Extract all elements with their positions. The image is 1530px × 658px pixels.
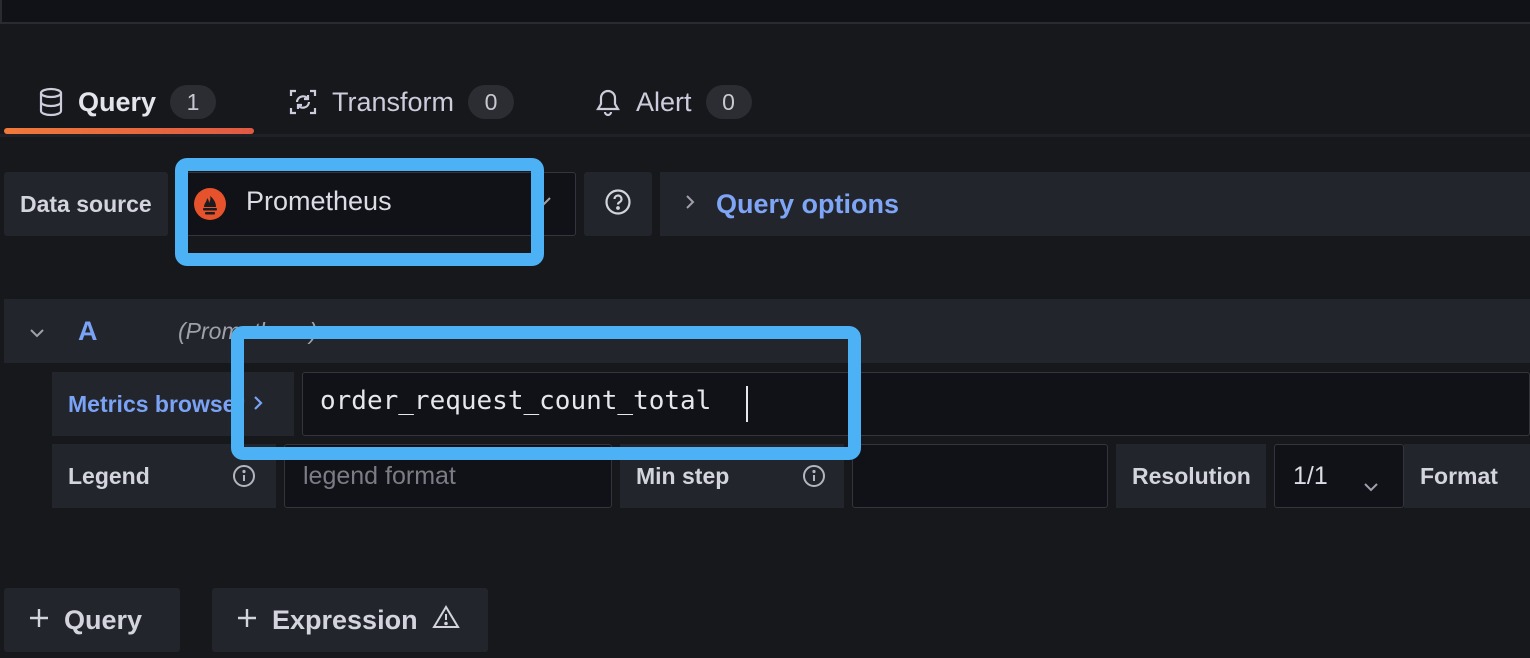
tab-transform-count: 0	[468, 85, 515, 119]
highlight-box-query-input	[231, 326, 861, 460]
query-options-label: Query options	[716, 188, 900, 219]
min-step-label: Min step	[636, 462, 730, 489]
info-icon[interactable]	[802, 464, 826, 494]
legend-label: Legend	[68, 462, 150, 489]
resolution-label: Resolution	[1116, 444, 1266, 508]
plus-icon	[28, 605, 50, 636]
add-query-button[interactable]: Query	[4, 588, 180, 652]
tab-transform-label: Transform	[332, 86, 455, 117]
query-row-letter[interactable]: A	[78, 316, 98, 347]
min-step-input[interactable]	[852, 444, 1108, 508]
tab-alert-count: 0	[705, 85, 752, 119]
add-query-label: Query	[64, 604, 143, 635]
question-circle-icon	[604, 188, 632, 221]
tab-alert[interactable]: Alert 0	[594, 76, 752, 128]
highlight-box-data-source	[175, 158, 544, 266]
bell-icon	[594, 87, 622, 117]
data-source-label: Data source	[4, 172, 168, 236]
chevron-down-icon	[1363, 471, 1379, 500]
editor-top-strip	[0, 0, 1530, 24]
add-expression-label: Expression	[272, 604, 418, 635]
plus-icon	[236, 605, 258, 636]
legend-placeholder: legend format	[303, 461, 456, 490]
metrics-browser-label: Metrics browser	[68, 390, 245, 417]
tab-active-underline	[4, 128, 254, 134]
transform-icon	[288, 87, 318, 117]
tab-transform[interactable]: Transform 0	[288, 76, 515, 128]
add-expression-button[interactable]: Expression	[212, 588, 488, 652]
warning-icon	[431, 604, 460, 637]
info-icon[interactable]	[232, 464, 256, 494]
collapse-chevron-icon[interactable]	[28, 326, 46, 344]
format-label: Format	[1404, 444, 1530, 508]
tab-alert-label: Alert	[636, 86, 692, 117]
resolution-select[interactable]: 1/1	[1274, 444, 1404, 508]
data-source-help-button[interactable]	[584, 172, 652, 236]
tab-query[interactable]: Query 1	[38, 76, 217, 128]
query-options-toggle[interactable]: Query options	[660, 172, 1530, 236]
tab-query-label: Query	[78, 86, 157, 117]
chevron-right-icon	[684, 193, 696, 216]
tab-query-count: 1	[170, 85, 217, 119]
tab-divider	[0, 134, 1530, 137]
database-icon	[38, 87, 64, 117]
resolution-value: 1/1	[1293, 461, 1328, 490]
